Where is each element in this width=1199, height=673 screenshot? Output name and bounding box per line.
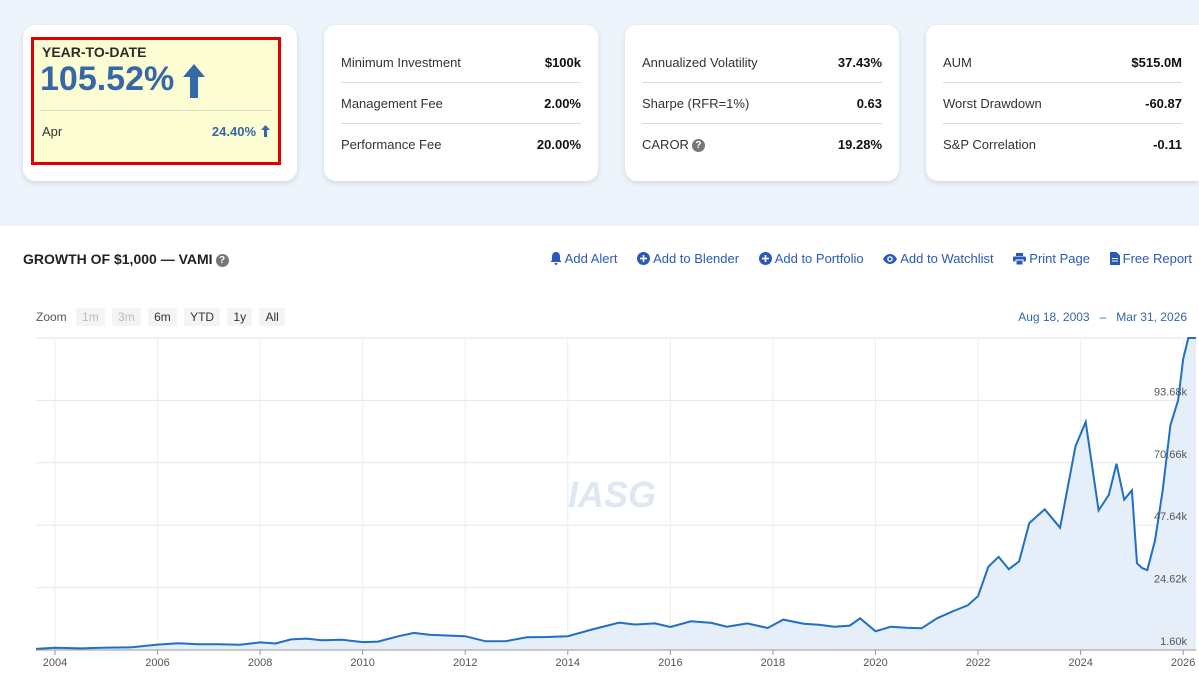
ytd-month-label: Apr (42, 124, 63, 139)
range-to[interactable]: Mar 31, 2026 (1116, 310, 1187, 324)
chart-actions: Add Alert Add to Blender Add to Portfoli… (534, 251, 1192, 266)
add-to-watchlist-label: Add to Watchlist (900, 251, 994, 266)
x-tick-label: 2020 (863, 657, 887, 669)
section-title: GROWTH OF $1,000 — VAMI? (23, 251, 229, 267)
stat-label: Worst Drawdown (943, 96, 1042, 111)
add-to-portfolio-label: Add to Portfolio (774, 251, 864, 266)
stat-row-sharpe: Sharpe (RFR=1%) 0.63 (642, 82, 882, 124)
stat-value: 20.00% (536, 137, 581, 152)
zoom-6m-button[interactable]: 6m (148, 308, 177, 326)
add-to-blender-link[interactable]: Add to Blender (637, 251, 739, 266)
x-tick-label: 2012 (453, 657, 477, 669)
fund-card: AUM $515.0M Worst Drawdown -60.87 S&P Co… (926, 25, 1199, 181)
ytd-card: YEAR-TO-DATE 105.52% Apr 24.40% (23, 25, 297, 181)
x-tick-label: 2006 (145, 657, 169, 669)
stat-row-sp-correlation: S&P Correlation -0.11 (943, 123, 1182, 164)
ytd-value: 105.52% (40, 60, 175, 98)
stat-value: 37.43% (837, 55, 882, 70)
stat-row-management-fee: Management Fee 2.00% (341, 82, 581, 124)
fees-card: Minimum Investment $100k Management Fee … (324, 25, 598, 181)
date-range[interactable]: Aug 18, 2003– Mar 31, 2026 (1018, 310, 1187, 324)
x-tick-label: 2014 (556, 657, 580, 669)
ytd-month-value: 24.40% (211, 124, 256, 139)
y-tick-label: 70.66k (1154, 449, 1188, 461)
y-tick-label: 1.60k (1160, 636, 1187, 648)
ytd-highlight-box: YEAR-TO-DATE 105.52% Apr 24.40% (31, 37, 281, 165)
printer-icon (1013, 253, 1027, 266)
x-tick-label: 2016 (658, 657, 682, 669)
y-tick-label: 24.62k (1154, 574, 1188, 586)
zoom-bar: Zoom 1m 3m 6m YTD 1y All (36, 308, 289, 326)
stat-label: Sharpe (RFR=1%) (642, 96, 750, 111)
zoom-all-button[interactable]: All (259, 308, 285, 326)
range-dash: – (1099, 310, 1107, 324)
stat-label: CAROR? (642, 137, 705, 152)
bell-icon (550, 252, 562, 265)
stat-row-aum: AUM $515.0M (943, 41, 1182, 83)
plus-circle-icon (637, 252, 651, 265)
stat-label: AUM (943, 55, 972, 70)
zoom-ytd-button[interactable]: YTD (184, 308, 221, 326)
free-report-link[interactable]: Free Report (1109, 251, 1192, 266)
ytd-divider (40, 110, 272, 111)
stat-value: 0.63 (856, 96, 882, 111)
stat-row-worst-drawdown: Worst Drawdown -60.87 (943, 82, 1182, 124)
stat-label: Performance Fee (341, 137, 442, 152)
ytd-label: YEAR-TO-DATE (42, 44, 147, 60)
print-page-link[interactable]: Print Page (1013, 251, 1090, 266)
stat-value: -60.87 (1145, 96, 1182, 111)
stat-value: $100k (544, 55, 581, 70)
eye-icon (883, 254, 898, 264)
stat-row-annualized-volatility: Annualized Volatility 37.43% (642, 41, 882, 83)
stat-row-caror: CAROR? 19.28% (642, 123, 882, 164)
add-alert-link[interactable]: Add Alert (550, 251, 618, 266)
range-from[interactable]: Aug 18, 2003 (1018, 310, 1089, 324)
x-tick-label: 2022 (966, 657, 990, 669)
y-tick-label: 47.64k (1154, 511, 1188, 523)
plus-circle-icon (758, 252, 772, 265)
free-report-label: Free Report (1122, 251, 1192, 266)
stat-value: 2.00% (544, 96, 581, 111)
add-alert-label: Add Alert (564, 251, 618, 266)
zoom-3m-button[interactable]: 3m (112, 308, 141, 326)
stat-value: 19.28% (837, 137, 882, 152)
help-icon[interactable]: ? (691, 139, 705, 152)
print-page-label: Print Page (1029, 251, 1090, 266)
x-tick-label: 2026 (1171, 657, 1195, 669)
x-tick-label: 2008 (248, 657, 272, 669)
stat-value: $515.0M (1131, 55, 1182, 70)
x-tick-label: 2018 (761, 657, 785, 669)
x-tick-label: 2010 (350, 657, 374, 669)
zoom-1y-button[interactable]: 1y (227, 308, 253, 326)
help-icon[interactable]: ? (215, 254, 229, 267)
x-tick-label: 2024 (1068, 657, 1092, 669)
caror-label: CAROR (642, 137, 689, 152)
document-icon (1109, 252, 1120, 265)
watermark-logo: IASG (568, 474, 656, 515)
stat-value: -0.11 (1153, 137, 1182, 152)
stat-label: Minimum Investment (341, 55, 461, 70)
zoom-1m-button[interactable]: 1m (76, 308, 105, 326)
add-to-portfolio-link[interactable]: Add to Portfolio (758, 251, 864, 266)
small-up-arrow-icon (261, 125, 270, 137)
up-arrow-icon (183, 64, 205, 98)
stat-label: Management Fee (341, 96, 443, 111)
section-title-text: GROWTH OF $1,000 — VAMI (23, 251, 213, 267)
stat-label: S&P Correlation (943, 137, 1036, 152)
x-tick-label: 2004 (43, 657, 67, 669)
add-to-blender-label: Add to Blender (653, 251, 740, 266)
y-tick-label: 93.68k (1154, 386, 1188, 398)
x-axis-ticks: 2004 2006 2008 2010 2012 2014 2016 2018 2020 2022… (36, 649, 1196, 669)
stat-row-minimum-investment: Minimum Investment $100k (341, 41, 581, 83)
risk-card: Annualized Volatility 37.43% Sharpe (RFR… (625, 25, 899, 181)
add-to-watchlist-link[interactable]: Add to Watchlist (883, 251, 994, 266)
vami-chart[interactable]: IASG 1.60k24.62k47.64k70.66k93.68k 2004 2… (0, 330, 1199, 673)
stat-row-performance-fee: Performance Fee 20.00% (341, 123, 581, 164)
zoom-label: Zoom (36, 310, 67, 324)
stat-label: Annualized Volatility (642, 55, 758, 70)
